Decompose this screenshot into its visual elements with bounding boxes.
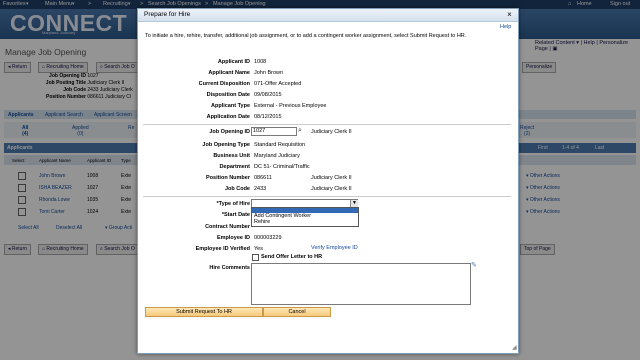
job-opening-type-label: Job Opening Type xyxy=(202,142,250,148)
applicant-name-value: John Brown xyxy=(254,70,284,76)
job-code-desc: Judiciary Clerk II xyxy=(311,186,352,192)
job-code-value: 2433 xyxy=(254,186,267,192)
hire-comments-label: Hire Comments xyxy=(209,265,250,271)
department-value: DC 51- Criminal/Traffic xyxy=(254,164,310,170)
employee-id-value: 000003229 xyxy=(254,235,282,241)
prepare-for-hire-dialog: Prepare for Hire × Help To initiate a hi… xyxy=(137,8,519,354)
divider xyxy=(143,124,511,125)
spellcheck-icon[interactable]: ✎ xyxy=(471,261,477,269)
chevron-down-icon[interactable]: ▼ xyxy=(350,200,358,207)
employee-id-verified-label: Employee ID Verified xyxy=(195,246,250,252)
send-offer-checkbox[interactable] xyxy=(252,254,259,261)
start-date-label: *Start Date xyxy=(221,212,250,218)
applicant-type-label: Applicant Type xyxy=(210,103,250,109)
job-code-label: Job Code xyxy=(224,186,250,192)
applicant-type-value: External - Previous Employee xyxy=(254,103,327,109)
resize-handle-icon[interactable]: ◢ xyxy=(512,344,518,351)
application-date-value: 08/12/2015 xyxy=(254,114,282,120)
job-opening-type-value: Standard Requisition xyxy=(254,142,306,148)
employee-id-label: Employee ID xyxy=(216,235,250,241)
job-opening-desc: Judiciary Clerk II xyxy=(311,129,352,135)
employee-id-verified-value: Yes xyxy=(254,246,263,252)
current-disposition-label: Current Disposition xyxy=(198,81,250,87)
disposition-date-label: Disposition Date xyxy=(206,92,250,98)
current-disposition-value: 071-Offer Accepted xyxy=(254,81,302,87)
disposition-date-value: 09/08/2015 xyxy=(254,92,282,98)
applicant-id-label: Applicant ID xyxy=(217,59,250,65)
position-number-value: 086611 xyxy=(254,175,272,181)
business-unit-label: Business Unit xyxy=(213,153,250,159)
send-offer-label: Send Offer Letter to HR xyxy=(261,254,323,260)
type-of-hire-label: *Type of Hire xyxy=(216,201,250,207)
contract-number-label: Contract Number xyxy=(205,224,250,230)
divider xyxy=(143,196,511,197)
business-unit-value: Maryland Judiciary xyxy=(254,153,300,159)
position-number-desc: Judiciary Clerk II xyxy=(311,175,352,181)
dialog-titlebar[interactable] xyxy=(138,9,518,22)
job-opening-id-value: 1027 xyxy=(253,128,266,134)
job-opening-id-label: Job Opening ID xyxy=(209,129,250,135)
applicant-name-label: Applicant Name xyxy=(208,70,250,76)
position-number-label: Position Number xyxy=(205,175,250,181)
job-opening-id-input[interactable]: 1027 xyxy=(251,127,297,136)
hire-comments-textarea[interactable] xyxy=(251,263,471,305)
close-icon[interactable]: × xyxy=(505,10,514,19)
type-of-hire-dropdown-list: Add Contingent Worker Rehire xyxy=(251,207,359,227)
department-label: Department xyxy=(219,164,250,170)
help-link[interactable]: Help xyxy=(500,24,511,30)
verify-employee-id-link[interactable]: Verify Employee ID xyxy=(311,245,358,251)
cancel-button[interactable]: Cancel xyxy=(263,307,331,317)
intro-text: To initiate a hire, rehire, transfer, ad… xyxy=(145,33,467,39)
application-date-label: Application Date xyxy=(206,114,250,120)
dialog-title: Prepare for Hire xyxy=(144,11,191,18)
submit-request-to-hr-button[interactable]: Submit Request To HR xyxy=(145,307,263,317)
dropdown-option-rehire[interactable]: Rehire xyxy=(254,219,270,225)
applicant-id-value: 1008 xyxy=(254,59,267,65)
lookup-search-icon[interactable]: ⌕ xyxy=(298,127,302,135)
